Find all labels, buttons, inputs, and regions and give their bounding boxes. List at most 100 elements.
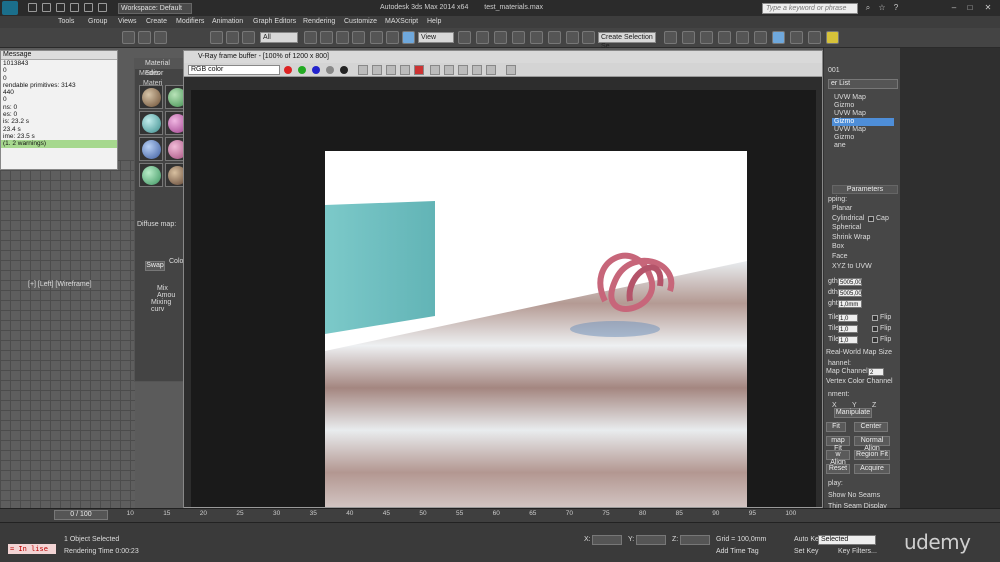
- left-viewport-grid[interactable]: [0, 160, 135, 510]
- close-icon[interactable]: ✕: [982, 3, 994, 13]
- modifier-stack-item[interactable]: Gizmo: [832, 102, 894, 110]
- angle-snap-icon[interactable]: [530, 31, 543, 44]
- save-file-icon[interactable]: [56, 3, 65, 12]
- modifier-stack-item[interactable]: ane: [832, 142, 894, 150]
- message-window[interactable]: Message 1013843 0 0 rendable primitives: 31…: [0, 50, 118, 170]
- app-logo-icon[interactable]: [2, 1, 18, 15]
- scale-icon[interactable]: [402, 31, 415, 44]
- window-crossing-icon[interactable]: [352, 31, 365, 44]
- menu-create[interactable]: Create: [146, 17, 167, 27]
- ref-coord-dropdown[interactable]: View: [418, 32, 454, 43]
- menu-maxscript[interactable]: MAXScript: [385, 17, 418, 27]
- link-icon[interactable]: [210, 31, 223, 44]
- duplicate-to-max-fb-icon[interactable]: [400, 65, 410, 75]
- modifier-stack-item[interactable]: UVW Map: [832, 110, 894, 118]
- u-flip-checkbox[interactable]: [872, 315, 878, 321]
- width-spinner[interactable]: 5005,00: [838, 289, 862, 297]
- help-icon[interactable]: ?: [890, 3, 902, 13]
- minimize-icon[interactable]: –: [948, 3, 960, 13]
- search-icon[interactable]: ⌕: [862, 3, 874, 13]
- named-selection-dropdown[interactable]: Create Selection Se: [598, 32, 656, 50]
- normal-align-button[interactable]: Normal Align: [854, 436, 890, 452]
- unlink-2-icon[interactable]: [226, 31, 239, 44]
- edit-named-selection-icon[interactable]: [582, 31, 595, 44]
- display-color-corrections-icon[interactable]: [506, 65, 516, 75]
- swap-button[interactable]: Swap: [145, 261, 165, 271]
- channel-dropdown[interactable]: RGB color: [188, 65, 280, 75]
- rect-selection-icon[interactable]: [336, 31, 349, 44]
- w-tile-spinner[interactable]: 1,0: [838, 336, 858, 344]
- mapping-option-radio[interactable]: Face: [832, 253, 848, 261]
- maximize-icon[interactable]: □: [964, 3, 976, 13]
- redo-icon[interactable]: [84, 3, 93, 12]
- mirror-icon[interactable]: [664, 31, 677, 44]
- menu-modes[interactable]: Modes: [139, 70, 160, 77]
- red-channel-icon[interactable]: [284, 66, 292, 74]
- height-spinner[interactable]: 1,0mm: [838, 300, 862, 308]
- modifier-stack-item[interactable]: UVW Map: [832, 94, 894, 102]
- select-by-name-icon[interactable]: [320, 31, 333, 44]
- move-icon[interactable]: [370, 31, 383, 44]
- material-editor-icon[interactable]: [772, 31, 785, 44]
- workspace-dropdown[interactable]: Workspace: Default: [118, 3, 192, 14]
- graphite-ribbon-icon[interactable]: [718, 31, 731, 44]
- new-file-icon[interactable]: [28, 3, 37, 12]
- align-icon[interactable]: [682, 31, 695, 44]
- view-align-button[interactable]: w Align: [826, 450, 850, 466]
- manipulate-button[interactable]: Manipulate: [834, 408, 872, 418]
- material-slot-5[interactable]: [139, 137, 163, 161]
- length-spinner[interactable]: 5005,00: [838, 278, 862, 286]
- select-object-icon[interactable]: [304, 31, 317, 44]
- menu-customize[interactable]: Customize: [344, 17, 377, 27]
- v-tile-spinner[interactable]: 1,0: [838, 325, 858, 333]
- selection-filter-dropdown[interactable]: All: [260, 32, 298, 43]
- modifier-stack-item[interactable]: Gizmo: [832, 118, 894, 126]
- mapping-option-radio[interactable]: Spherical: [832, 224, 861, 232]
- spinner-snap-icon[interactable]: [566, 31, 579, 44]
- timeline[interactable]: 5101520253035404550556065707580859095100: [0, 508, 1000, 522]
- menu-rendering[interactable]: Rendering: [303, 17, 335, 27]
- vertex-color-channel-radio[interactable]: Vertex Color Channel: [826, 378, 893, 386]
- show-pixel-info-icon[interactable]: [486, 65, 496, 75]
- vray-frame-buffer-window[interactable]: V-Ray frame buffer - [100% of 1200 x 800…: [183, 50, 823, 543]
- bitmap-fit-button[interactable]: map Fit: [826, 436, 850, 452]
- mapping-option-radio[interactable]: Box: [832, 243, 844, 251]
- space-warp-icon[interactable]: [242, 31, 255, 44]
- blue-channel-icon[interactable]: [312, 66, 320, 74]
- time-slider[interactable]: 0 / 100: [54, 510, 108, 520]
- maxscript-listener[interactable]: = In lise: [8, 544, 56, 554]
- render-last-icon[interactable]: [458, 65, 468, 75]
- search-input[interactable]: Type a keyword or phrase: [762, 3, 858, 14]
- menu-animation[interactable]: Animation: [212, 17, 243, 27]
- menu-group[interactable]: Group: [88, 17, 107, 27]
- region-render-icon[interactable]: [444, 65, 454, 75]
- mapping-option-radio[interactable]: Planar: [832, 205, 852, 213]
- green-channel-icon[interactable]: [298, 66, 306, 74]
- vfb-canvas[interactable]: [191, 90, 816, 543]
- set-key-button[interactable]: Set Key: [794, 547, 819, 557]
- reset-button[interactable]: Reset: [826, 464, 850, 474]
- open-file-icon[interactable]: [42, 3, 51, 12]
- parameters-rollout[interactable]: Parameters: [832, 185, 898, 194]
- menu-help[interactable]: Help: [427, 17, 441, 27]
- cap-checkbox[interactable]: [868, 216, 874, 222]
- pivot-center-icon[interactable]: [458, 31, 471, 44]
- display-option-radio[interactable]: Show No Seams: [828, 492, 880, 500]
- menu-graph-editors[interactable]: Graph Editors: [253, 17, 296, 27]
- material-editor-window[interactable]: Material Editor Modes Materi Diffuse map…: [134, 58, 189, 382]
- auto-key-mode-dropdown[interactable]: Selected: [818, 535, 876, 545]
- menu-tools[interactable]: Tools: [58, 17, 74, 27]
- layer-manager-icon[interactable]: [700, 31, 713, 44]
- render-production-icon[interactable]: [826, 31, 839, 44]
- render-setup-icon[interactable]: [790, 31, 803, 44]
- modifier-stack-item[interactable]: Gizmo: [832, 134, 894, 142]
- project-folder-icon[interactable]: [98, 3, 107, 12]
- menu-views[interactable]: Views: [118, 17, 137, 27]
- u-tile-spinner[interactable]: 1,0: [838, 314, 858, 322]
- rendered-frame-window-icon[interactable]: [808, 31, 821, 44]
- v-flip-checkbox[interactable]: [872, 326, 878, 332]
- snap-toggle-icon[interactable]: [512, 31, 525, 44]
- x-field[interactable]: [592, 535, 622, 545]
- mapping-option-radio[interactable]: XYZ to UVW: [832, 263, 872, 271]
- alpha-channel-icon[interactable]: [326, 66, 334, 74]
